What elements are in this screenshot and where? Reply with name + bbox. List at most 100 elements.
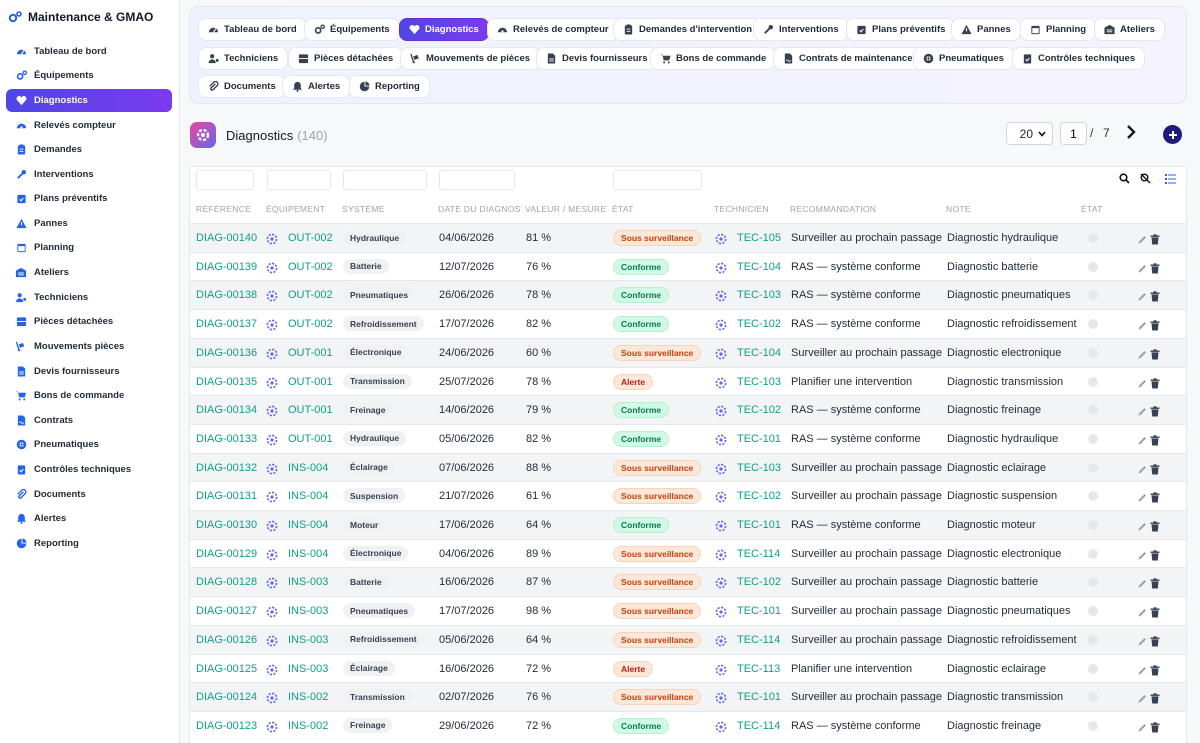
tab-bons-de-commande[interactable]: Bons de commande — [650, 47, 777, 70]
equipment-link[interactable]: INS-002 — [288, 691, 328, 703]
technician-link[interactable]: TEC-102 — [737, 490, 781, 502]
table-row[interactable]: DIAG-00133 OUT-001 Hydraulique 05/06/2026 82… — [190, 423, 1186, 453]
edit-icon[interactable] — [1137, 576, 1148, 594]
column-header[interactable]: VALEUR / MESURE — [525, 204, 609, 214]
delete-icon[interactable] — [1150, 634, 1160, 652]
delete-icon[interactable] — [1150, 605, 1160, 623]
edit-icon[interactable] — [1137, 289, 1148, 307]
sidebar-item-interventions[interactable]: Interventions — [6, 163, 172, 186]
reference-link[interactable]: DIAG-00136 — [196, 347, 257, 359]
filter-equipment[interactable] — [267, 170, 331, 190]
equipment-link[interactable]: OUT-002 — [288, 289, 333, 301]
filter-date[interactable] — [439, 170, 515, 190]
column-header[interactable]: NOTE — [946, 204, 1076, 214]
tab-planning[interactable]: Planning — [1020, 18, 1097, 41]
technician-link[interactable]: TEC-101 — [737, 691, 781, 703]
equipment-link[interactable]: OUT-001 — [288, 376, 333, 388]
technician-link[interactable]: TEC-101 — [737, 605, 781, 617]
edit-icon[interactable] — [1137, 347, 1148, 365]
clear-filter-icon[interactable] — [1140, 173, 1151, 184]
filter-system[interactable] — [343, 170, 427, 190]
reference-link[interactable]: DIAG-00127 — [196, 605, 257, 617]
edit-icon[interactable] — [1137, 261, 1148, 279]
technician-link[interactable]: TEC-104 — [737, 261, 781, 273]
delete-icon[interactable] — [1150, 576, 1160, 594]
app-brand[interactable]: Maintenance & GMAO — [0, 0, 179, 34]
reference-link[interactable]: DIAG-00123 — [196, 720, 257, 732]
delete-icon[interactable] — [1150, 663, 1160, 681]
column-header[interactable]: ÉTAT — [612, 204, 702, 214]
sidebar-item-tableau-de-bord[interactable]: Tableau de bord — [6, 40, 172, 63]
tab-contrats-de-maintenance[interactable]: Contrats de maintenance — [773, 47, 923, 70]
reference-link[interactable]: DIAG-00129 — [196, 548, 257, 560]
technician-link[interactable]: TEC-104 — [737, 347, 781, 359]
sidebar-item-mouvements-pieces[interactable]: Mouvements pièces — [6, 335, 172, 358]
technician-link[interactable]: TEC-105 — [737, 232, 781, 244]
edit-icon[interactable] — [1137, 548, 1148, 566]
current-page-input[interactable] — [1060, 122, 1087, 145]
tab-documents[interactable]: Documents — [198, 75, 286, 98]
tab-diagnostics[interactable]: Diagnostics — [399, 18, 489, 41]
tab-pieces-detachees[interactable]: Pièces détachées — [288, 47, 404, 70]
sidebar-item-diagnostics[interactable]: Diagnostics — [6, 89, 172, 112]
delete-icon[interactable] — [1150, 720, 1160, 738]
table-row[interactable]: DIAG-00126 INS-003 Refroidissement 05/06/20… — [190, 624, 1186, 654]
technician-link[interactable]: TEC-113 — [737, 663, 780, 675]
reference-link[interactable]: DIAG-00125 — [196, 663, 257, 675]
technician-link[interactable]: TEC-102 — [737, 576, 781, 588]
sidebar-item-pieces-detachees[interactable]: Pièces détachées — [6, 310, 172, 333]
sidebar-item-documents[interactable]: Documents — [6, 483, 172, 506]
reference-link[interactable]: DIAG-00137 — [196, 318, 257, 330]
table-row[interactable]: DIAG-00129 INS-004 Électronique 04/06/2026 8… — [190, 538, 1186, 568]
list-view-icon[interactable] — [1165, 173, 1176, 184]
equipment-link[interactable]: INS-002 — [288, 720, 328, 732]
delete-icon[interactable] — [1150, 347, 1160, 365]
tab-controles-techniques[interactable]: Contrôles techniques — [1012, 47, 1146, 70]
equipment-link[interactable]: OUT-001 — [288, 433, 333, 445]
column-header[interactable]: RECOMMANDATION — [790, 204, 940, 214]
delete-icon[interactable] — [1150, 462, 1160, 480]
edit-icon[interactable] — [1137, 490, 1148, 508]
reference-link[interactable]: DIAG-00126 — [196, 634, 257, 646]
technician-link[interactable]: TEC-114 — [737, 720, 780, 732]
sidebar-item-devis-fournisseurs[interactable]: Devis fournisseurs — [6, 360, 172, 383]
tab-pneumatiques[interactable]: Pneumatiques — [913, 47, 1014, 70]
table-row[interactable]: DIAG-00127 INS-003 Pneumatiques 17/07/2026 9… — [190, 596, 1186, 625]
sidebar-item-controles-techniques[interactable]: Contrôles techniques — [6, 458, 172, 481]
edit-icon[interactable] — [1137, 663, 1148, 681]
tab-pannes[interactable]: Pannes — [951, 18, 1021, 41]
delete-icon[interactable] — [1150, 691, 1160, 709]
table-row[interactable]: DIAG-00132 INS-004 Éclairage 07/06/2026 88 %… — [190, 452, 1186, 482]
sidebar-item-alertes[interactable]: Alertes — [6, 507, 172, 530]
table-row[interactable]: DIAG-00125 INS-003 Éclairage 16/06/2026 72 %… — [190, 653, 1186, 683]
column-header[interactable]: ÉTAT — [1081, 204, 1141, 214]
table-row[interactable]: DIAG-00128 INS-003 Batterie 16/06/2026 87 % S… — [190, 567, 1186, 597]
reference-link[interactable]: DIAG-00139 — [196, 261, 257, 273]
technician-link[interactable]: TEC-114 — [737, 634, 780, 646]
delete-icon[interactable] — [1150, 519, 1160, 537]
column-header[interactable]: RÉFÉRENCE — [196, 204, 258, 214]
tab-equipements[interactable]: Équipements — [304, 18, 400, 41]
column-header[interactable]: SYSTÈME — [342, 204, 432, 214]
reference-link[interactable]: DIAG-00128 — [196, 576, 257, 588]
sidebar-item-equipements[interactable]: Équipements — [6, 64, 172, 87]
sidebar-item-demandes[interactable]: Demandes — [6, 138, 172, 161]
reference-link[interactable]: DIAG-00124 — [196, 691, 257, 703]
tab-techniciens[interactable]: Techniciens — [198, 47, 289, 70]
chevron-right-icon[interactable] — [1124, 124, 1138, 140]
equipment-link[interactable]: INS-003 — [288, 576, 328, 588]
tab-ateliers[interactable]: Ateliers — [1094, 18, 1165, 41]
equipment-link[interactable]: INS-003 — [288, 634, 328, 646]
technician-link[interactable]: TEC-101 — [737, 519, 781, 531]
tab-plans-preventifs[interactable]: Plans préventifs — [846, 18, 956, 41]
sidebar-item-contrats[interactable]: Contrats — [6, 409, 172, 432]
table-row[interactable]: DIAG-00140 OUT-002 Hydraulique 04/06/2026 81… — [190, 223, 1186, 252]
table-row[interactable]: DIAG-00134 OUT-001 Freinage 14/06/2026 79 % C… — [190, 395, 1186, 425]
reference-link[interactable]: DIAG-00130 — [196, 519, 257, 531]
reference-link[interactable]: DIAG-00135 — [196, 376, 257, 388]
tab-releves-de-compteur[interactable]: Relevés de compteur — [487, 18, 619, 41]
tab-demandes-d-intervention[interactable]: Demandes d'intervention — [613, 18, 763, 41]
add-diagnostic-button[interactable] — [1163, 125, 1182, 144]
reference-link[interactable]: DIAG-00140 — [196, 232, 257, 244]
sidebar-item-reporting[interactable]: Reporting — [6, 532, 172, 555]
